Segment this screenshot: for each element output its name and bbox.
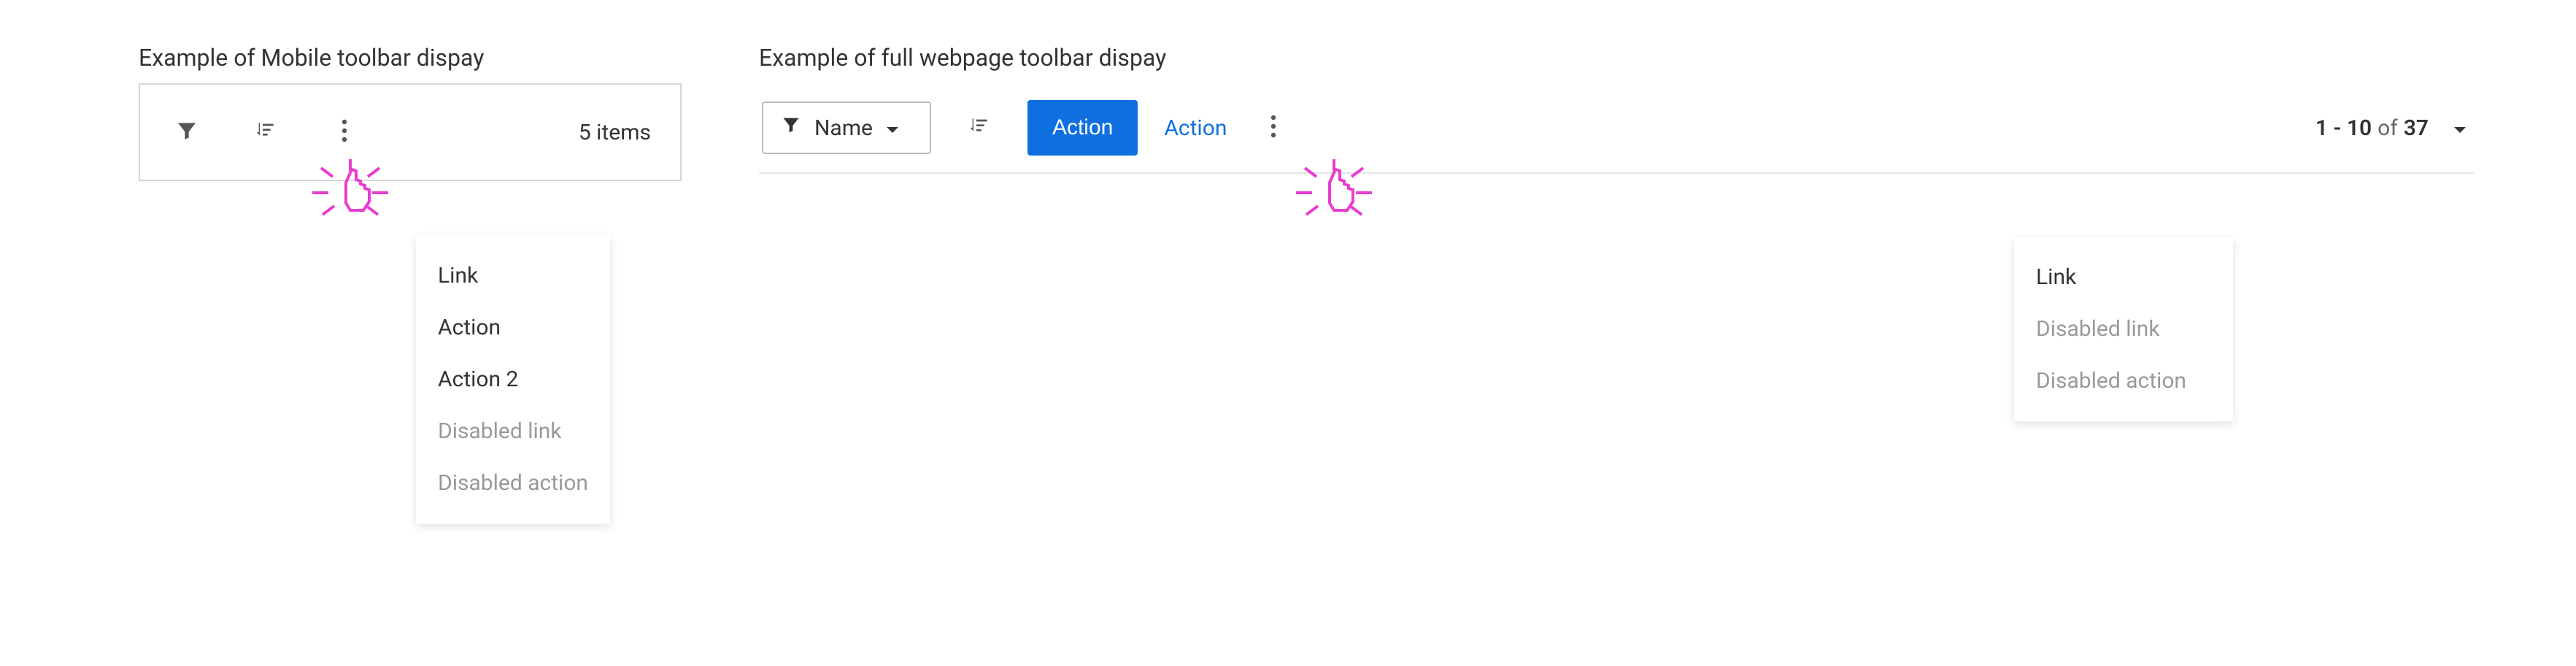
full-kebab-dropdown: Link Disabled link Disabled action: [2014, 237, 2233, 421]
sort-button[interactable]: [962, 110, 997, 145]
sort-icon: [968, 115, 991, 141]
dropdown-item-disabled-link: Disabled link: [416, 405, 610, 457]
pagination-total: 37: [2404, 115, 2429, 141]
kebab-icon: [1270, 115, 1277, 141]
kebab-button[interactable]: [327, 115, 362, 150]
chevron-down-icon: [886, 115, 912, 141]
filter-label: Name: [814, 115, 873, 141]
kebab-button[interactable]: [1259, 110, 1288, 145]
chevron-down-icon: [2453, 115, 2467, 141]
filter-icon: [175, 119, 198, 145]
secondary-action-link[interactable]: Action: [1164, 115, 1227, 141]
pagination-of-word: of: [2378, 115, 2398, 141]
kebab-icon: [341, 119, 348, 145]
mobile-kebab-dropdown: Link Action Action 2 Disabled link Disab…: [416, 235, 610, 524]
primary-action-button[interactable]: Action: [1027, 100, 1138, 156]
sort-button[interactable]: [248, 115, 283, 150]
mobile-example-title: Example of Mobile toolbar dispay: [139, 44, 682, 83]
filter-icon: [781, 115, 814, 141]
pagination: 1 - 10 of 37: [2315, 115, 2471, 141]
full-example-title: Example of full webpage toolbar dispay: [759, 44, 2474, 83]
full-example: Example of full webpage toolbar dispay N…: [759, 44, 2474, 174]
mobile-example: Example of Mobile toolbar dispay 5 items…: [139, 44, 682, 181]
full-toolbar: Name Action Action 1 - 10 of 37: [759, 83, 2474, 174]
dropdown-item-action-2[interactable]: Action 2: [416, 353, 610, 405]
pagination-menu-button[interactable]: [2449, 115, 2471, 141]
dropdown-item-link[interactable]: Link: [416, 250, 610, 302]
dropdown-item-disabled-link: Disabled link: [2014, 303, 2233, 355]
filter-dropdown-button[interactable]: Name: [762, 102, 931, 154]
filter-button[interactable]: [169, 115, 204, 150]
dropdown-item-action[interactable]: Action: [416, 302, 610, 353]
mobile-toolbar: 5 items: [139, 83, 682, 181]
dropdown-item-link[interactable]: Link: [2014, 251, 2233, 303]
pagination-range: 1 - 10: [2315, 115, 2372, 141]
dropdown-item-disabled-action: Disabled action: [2014, 355, 2233, 407]
mobile-item-count: 5 items: [579, 120, 651, 145]
dropdown-item-disabled-action: Disabled action: [416, 457, 610, 509]
sort-icon: [254, 119, 277, 145]
